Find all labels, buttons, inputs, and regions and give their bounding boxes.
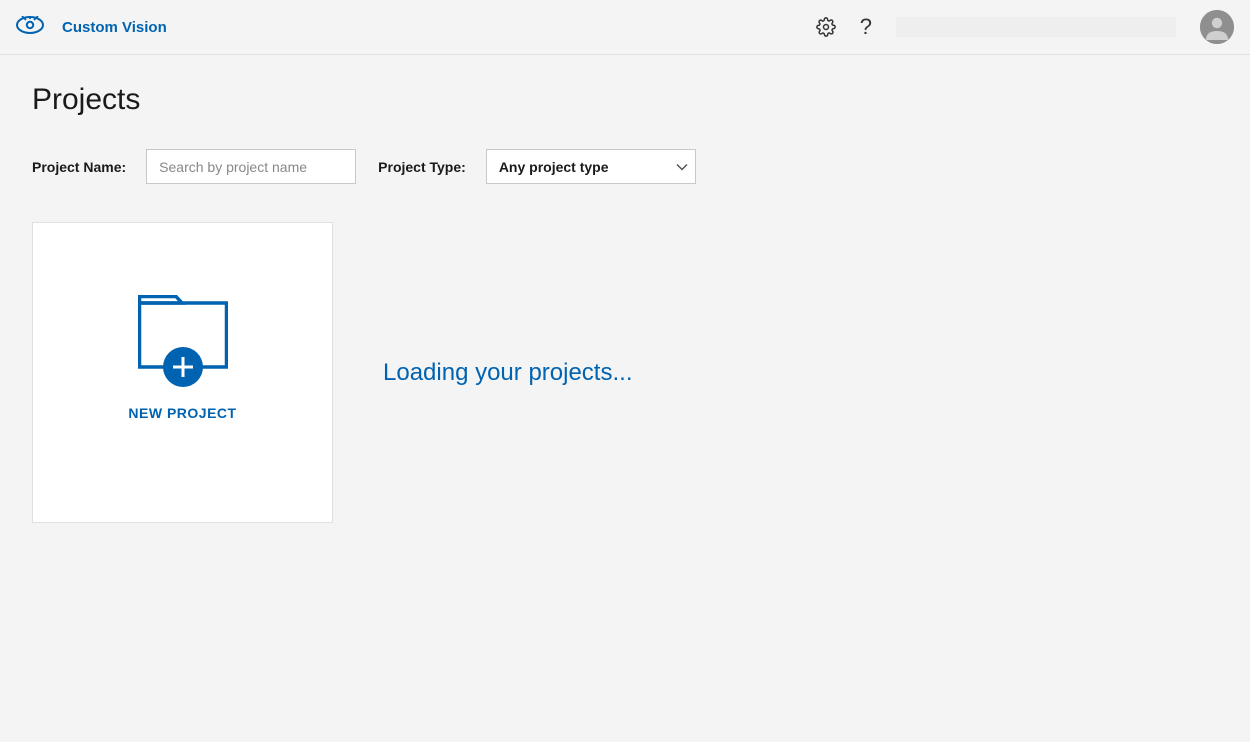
loading-text: Loading your projects... xyxy=(383,359,632,387)
account-info-placeholder xyxy=(896,17,1176,37)
project-name-label: Project Name: xyxy=(32,159,126,175)
projects-row: NEW PROJECT Loading your projects... xyxy=(32,222,1218,523)
avatar[interactable] xyxy=(1200,10,1234,44)
header: Custom Vision ? xyxy=(0,0,1250,55)
filters: Project Name: Project Type: Any project … xyxy=(32,149,1218,184)
project-type-label: Project Type: xyxy=(378,159,466,175)
header-right: ? xyxy=(816,10,1234,44)
content: Projects Project Name: Project Type: Any… xyxy=(0,55,1250,551)
project-name-filter-group: Project Name: xyxy=(32,149,356,184)
project-type-filter-group: Project Type: Any project type xyxy=(378,149,696,184)
page-title: Projects xyxy=(32,83,1218,117)
header-left: Custom Vision xyxy=(16,16,167,39)
custom-vision-logo-icon xyxy=(16,16,44,39)
project-name-input[interactable] xyxy=(146,149,356,184)
app-title[interactable]: Custom Vision xyxy=(62,19,167,36)
help-icon[interactable]: ? xyxy=(860,14,872,40)
project-type-select[interactable]: Any project type xyxy=(486,149,696,184)
settings-icon[interactable] xyxy=(816,17,836,37)
folder-plus-icon xyxy=(138,295,228,375)
new-project-card[interactable]: NEW PROJECT xyxy=(32,222,333,523)
new-project-label: NEW PROJECT xyxy=(128,405,236,421)
